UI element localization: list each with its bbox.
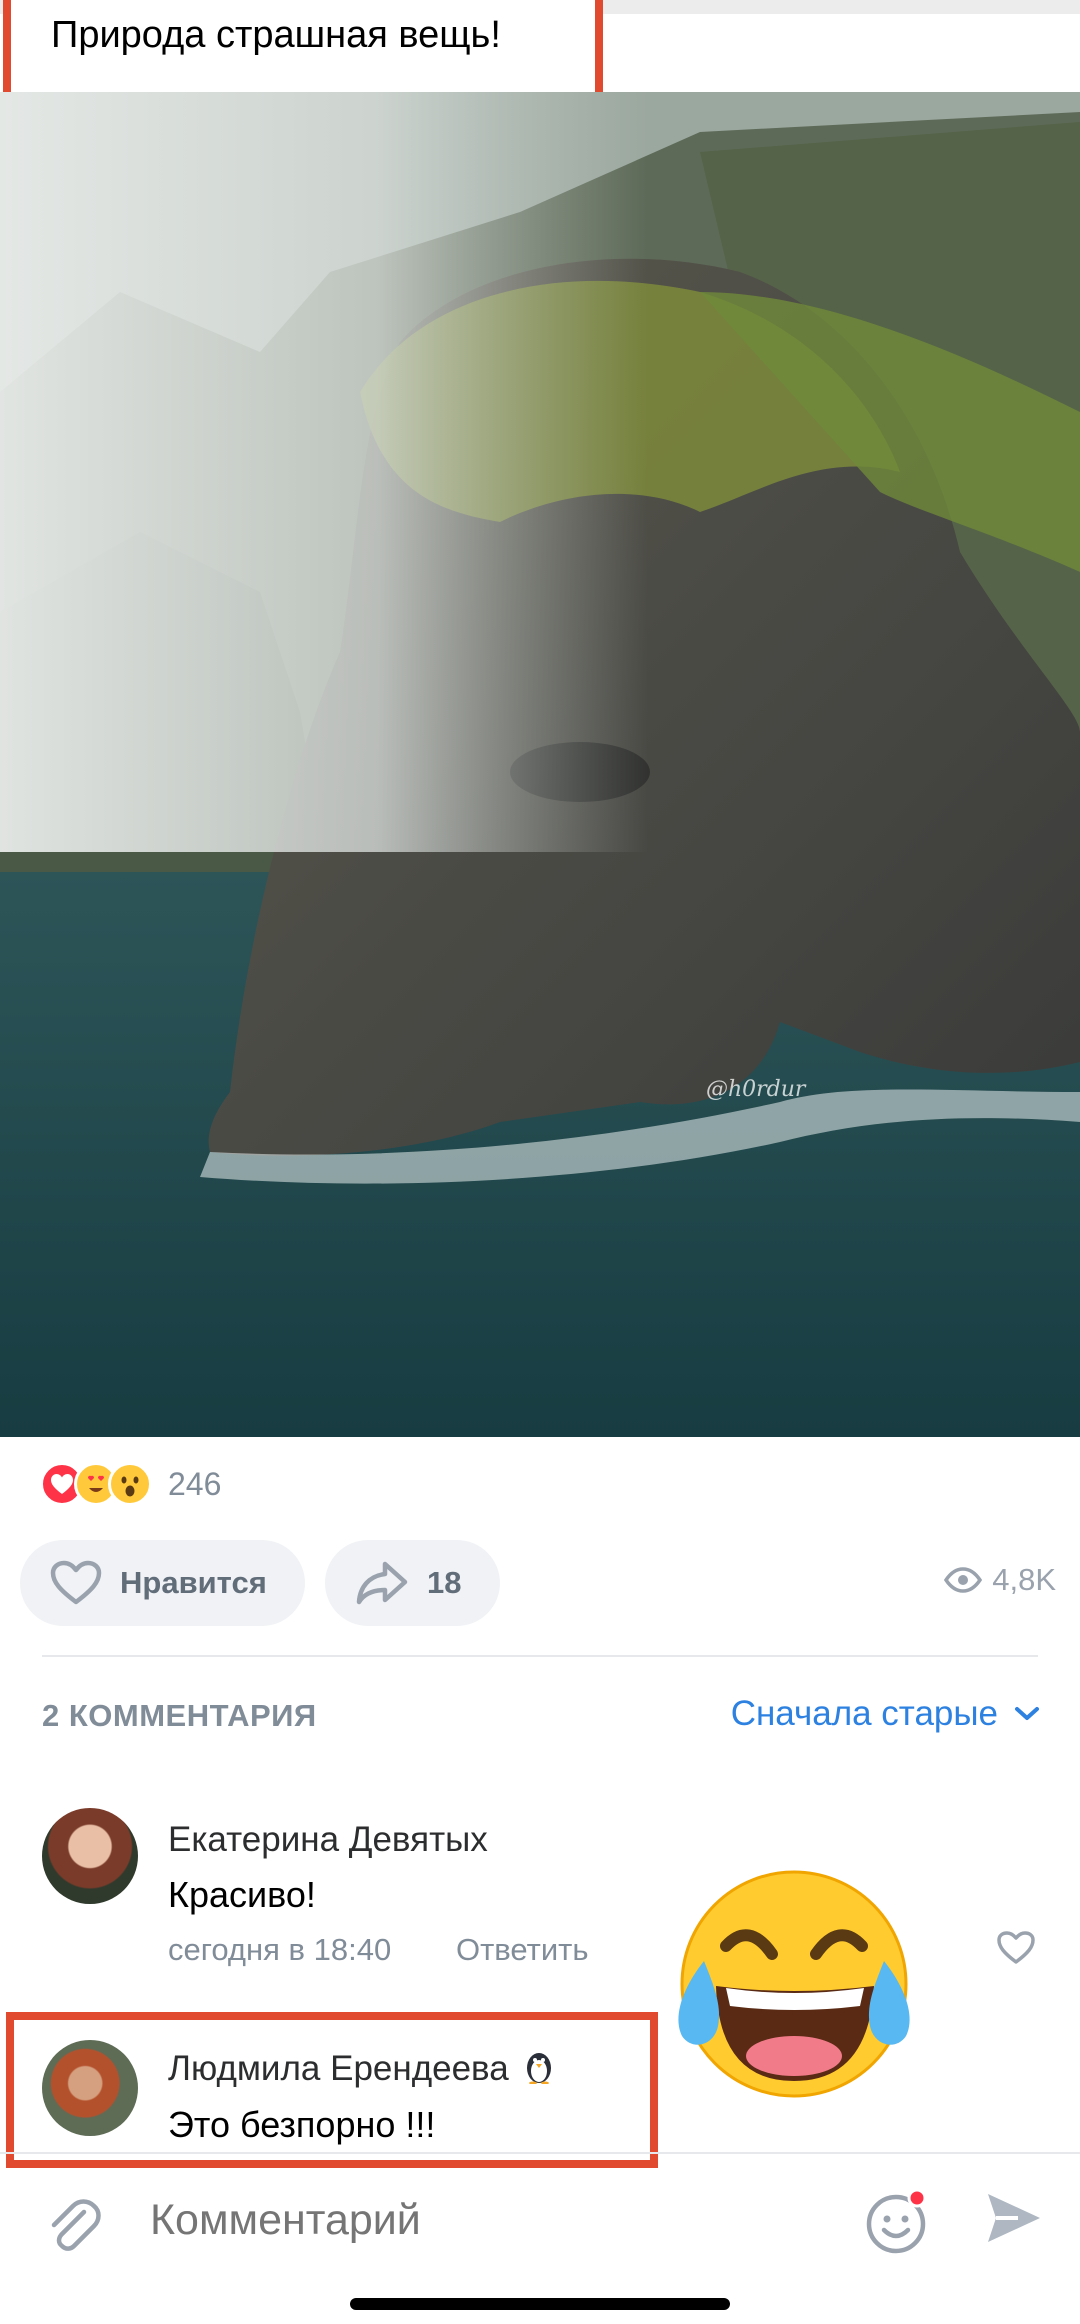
chevron-down-icon xyxy=(1015,1707,1039,1720)
photo-illustration xyxy=(0,92,1080,1437)
comment-time: сегодня в 18:40 xyxy=(168,1932,392,1967)
like-button[interactable]: Нравится xyxy=(20,1540,305,1626)
views-counter: 4,8K xyxy=(944,1562,1056,1598)
like-label: Нравится xyxy=(120,1565,267,1600)
laughing-tears-emoji-icon xyxy=(664,1866,934,2106)
heart-outline-icon xyxy=(50,1560,102,1605)
attach-button[interactable] xyxy=(44,2196,104,2261)
title-highlight-box: Природа страшная вещь! xyxy=(3,0,603,100)
comments-header: 2 КОММЕНТАРИЯ xyxy=(42,1698,317,1733)
post-title: Природа страшная вещь! xyxy=(51,14,501,56)
sort-dropdown[interactable]: Сначала старые xyxy=(731,1694,1040,1734)
avatar[interactable] xyxy=(42,1808,138,1904)
paperclip-icon xyxy=(51,2199,101,2251)
post-photo[interactable]: @h0rdur xyxy=(0,92,1080,1437)
share-arrow-icon xyxy=(356,1561,408,1605)
share-button[interactable]: 18 xyxy=(325,1540,500,1626)
heart-outline-icon xyxy=(997,1931,1035,1964)
send-button[interactable] xyxy=(984,2190,1044,2251)
image-watermark: @h0rdur xyxy=(706,1077,806,1102)
reactions-count: 246 xyxy=(168,1465,222,1502)
comment-input[interactable] xyxy=(150,2196,800,2245)
smile-icon xyxy=(866,2188,927,2254)
reply-button[interactable]: Ответить xyxy=(456,1932,589,1968)
home-indicator xyxy=(350,2298,730,2310)
comment-like-button[interactable] xyxy=(996,1930,1036,1971)
composer-divider xyxy=(0,2152,1080,2154)
comment-text: Красиво! xyxy=(168,1874,316,1915)
eye-icon xyxy=(944,1567,983,1593)
sort-label: Сначала старые xyxy=(730,1694,998,1733)
send-arrow-icon xyxy=(988,2194,1040,2242)
reactions-summary[interactable]: 246 xyxy=(40,1460,221,1508)
share-count: 18 xyxy=(427,1565,462,1600)
emoji-button[interactable] xyxy=(862,2186,932,2261)
section-divider xyxy=(42,1655,1038,1657)
wow-reaction-icon xyxy=(108,1462,152,1506)
comment-highlight-box xyxy=(6,2012,658,2168)
comment-author[interactable]: Екатерина Девятых xyxy=(168,1820,488,1860)
views-count: 4,8K xyxy=(992,1562,1056,1597)
